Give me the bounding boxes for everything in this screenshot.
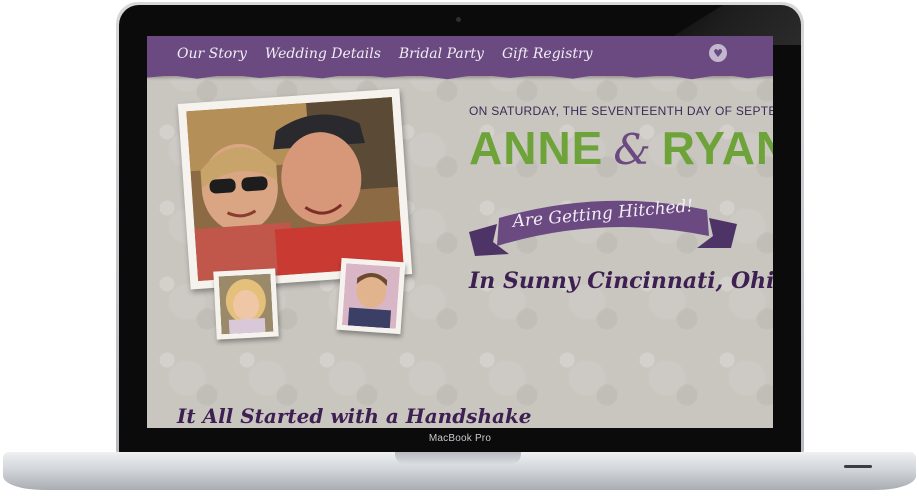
story-heading: It All Started with a Handshake <box>177 404 532 428</box>
girl-photo-art <box>218 273 274 335</box>
nav-item-wedding-details[interactable]: Wedding Details <box>265 46 381 62</box>
wedding-location: In Sunny Cincinnati, Ohio <box>469 268 773 294</box>
base-notch <box>395 452 521 464</box>
couple-photo-art <box>186 97 404 281</box>
top-navigation: Our Story Wedding Details Bridal Party G… <box>147 36 773 76</box>
base-slot <box>844 465 872 468</box>
nav-item-bridal-party[interactable]: Bridal Party <box>399 46 484 62</box>
camera-icon <box>456 17 461 22</box>
ampersand: & <box>613 125 652 174</box>
childhood-photo-girl <box>213 268 279 340</box>
heart-icon: ♥ <box>713 46 723 60</box>
model-label: MacBook Pro <box>428 433 492 444</box>
wedding-date-line: ON SATURDAY, THE SEVENTEENTH DAY OF SEPT… <box>469 104 773 118</box>
bride-name: ANNE <box>469 122 604 174</box>
nav-torn-edge <box>147 72 773 80</box>
groom-name: RYAN <box>661 122 773 174</box>
couple-names: ANNE&RYAN <box>469 122 773 176</box>
website-viewport: Our Story Wedding Details Bridal Party G… <box>147 36 773 428</box>
nav-item-gift-registry[interactable]: Gift Registry <box>502 46 593 62</box>
childhood-photo-boy-image <box>341 263 401 329</box>
childhood-photo-girl-image <box>218 273 274 335</box>
nav-menu: Our Story Wedding Details Bridal Party G… <box>177 46 593 62</box>
heart-button[interactable]: ♥ <box>709 44 727 62</box>
boy-photo-art <box>341 263 401 329</box>
couple-photo-image <box>186 97 404 281</box>
childhood-photo-boy <box>336 257 406 335</box>
nav-item-our-story[interactable]: Our Story <box>177 46 247 62</box>
